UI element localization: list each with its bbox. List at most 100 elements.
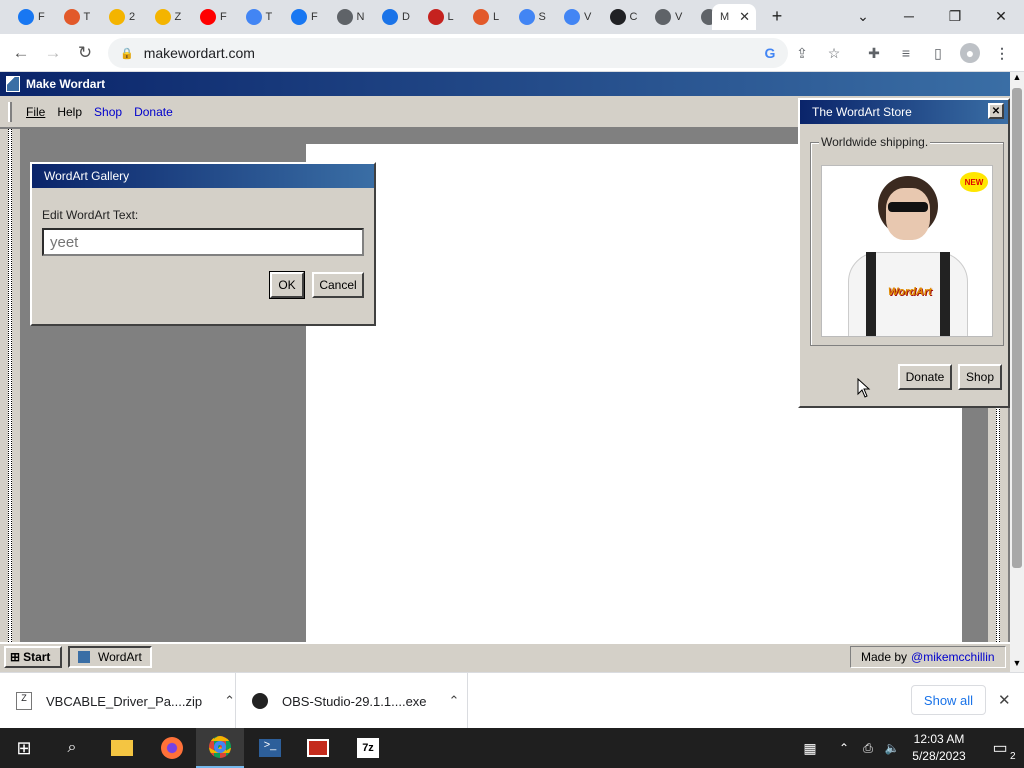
obs-icon	[252, 693, 268, 709]
chevron-up-icon[interactable]: ⌃	[449, 693, 460, 709]
tab-favicon-icon	[154, 9, 171, 25]
back-icon[interactable]: ←	[8, 41, 34, 65]
browser-tab[interactable]: S	[511, 4, 557, 30]
chrome-icon[interactable]	[196, 728, 244, 768]
notifications-icon[interactable]: ▭ 2	[976, 728, 1024, 768]
menu-kebab-icon[interactable]: ⋮	[992, 43, 1012, 63]
author-link[interactable]: @mikemcchillin	[911, 650, 995, 664]
browser-tab[interactable]: F	[283, 4, 329, 30]
tab-favicon-icon	[382, 9, 398, 25]
store-donate-button[interactable]: Donate	[898, 364, 952, 390]
lock-icon: 🔒	[120, 47, 134, 60]
ok-button[interactable]: OK	[269, 271, 305, 299]
reload-icon[interactable]: ↻	[72, 41, 98, 65]
active-tab-label: M	[720, 11, 730, 23]
browser-tab[interactable]: L	[420, 4, 466, 30]
store-title: The WordArt Store	[812, 105, 912, 119]
browser-tab[interactable]: T	[56, 4, 102, 30]
menu-shop[interactable]: Shop	[94, 105, 122, 119]
page-scrollbar[interactable]: ▲ ▼	[1010, 72, 1024, 672]
zip-file-icon: Z	[16, 692, 32, 710]
minimize-icon[interactable]: ─	[886, 0, 932, 32]
tray-chevron-icon[interactable]: ⌃	[832, 728, 856, 768]
extensions-icon[interactable]: ✚	[864, 43, 884, 63]
file-explorer-icon[interactable]	[98, 728, 146, 768]
url-field[interactable]: 🔒 makewordart.com	[108, 38, 788, 68]
volume-icon[interactable]: 🔈	[880, 728, 904, 768]
browser-tab[interactable]: V	[556, 4, 602, 30]
tab-label: 2	[129, 11, 136, 23]
tab-label: T	[83, 11, 91, 23]
close-downloads-icon[interactable]: ✕	[998, 691, 1011, 709]
chevron-up-icon[interactable]: ⌃	[224, 693, 235, 709]
tab-favicon-icon	[109, 9, 125, 25]
7zip-icon[interactable]: 7z	[344, 728, 392, 768]
windows-start-icon[interactable]: ⊞	[0, 728, 48, 768]
address-bar: ← → ↻ 🔒 makewordart.com G ⇪ ☆ ✚ ≡ ▯ ● ⋮	[0, 34, 1024, 72]
clock[interactable]: 12:03 AM 5/28/2023	[904, 731, 974, 765]
search-icon[interactable]: ⌕	[48, 728, 96, 768]
wordart-text-input[interactable]	[42, 228, 364, 256]
mouse-cursor-icon	[857, 378, 871, 398]
backpack-strap-left	[866, 252, 876, 336]
shirt-wordart-text: WordArt	[888, 286, 932, 298]
start-button[interactable]: ⊞ Start	[4, 646, 62, 668]
shipping-group: Worldwide shipping. WordArt NEW	[810, 135, 1004, 346]
browser-tab[interactable]: F	[192, 4, 238, 30]
tab-active[interactable]: M ✕	[712, 4, 756, 30]
tab-label: L	[447, 11, 454, 23]
google-lens-icon[interactable]: G	[760, 43, 780, 63]
side-panel-icon[interactable]: ▯	[928, 43, 948, 63]
browser-tab[interactable]: N	[329, 4, 375, 30]
media-control-icon[interactable]: ≡	[896, 43, 916, 63]
app-taskbar: ⊞ Start WordArt Made by @mikemcchillin	[0, 642, 1010, 672]
tab-favicon-icon	[245, 9, 262, 25]
close-tab-icon[interactable]: ✕	[739, 9, 750, 25]
browser-tab[interactable]: T	[238, 4, 284, 30]
new-tab-icon[interactable]: +	[762, 0, 792, 32]
browser-tab[interactable]: V	[647, 4, 693, 30]
tab-favicon-icon	[655, 9, 671, 25]
browser-tab[interactable]: C	[602, 4, 648, 30]
download-item-exe[interactable]: OBS-Studio-29.1.1....exe ⌃	[252, 673, 468, 729]
menu-donate[interactable]: Donate	[134, 105, 173, 119]
tab-favicon-icon	[63, 9, 80, 25]
made-by-label: Made by	[861, 650, 908, 664]
scrollbar-thumb[interactable]	[1012, 88, 1022, 568]
wordart-task-icon	[78, 651, 90, 663]
tab-label: C	[629, 11, 638, 23]
presentation-app-icon[interactable]	[294, 728, 342, 768]
forward-icon[interactable]: →	[40, 41, 66, 65]
browser-tab[interactable]: F	[10, 4, 56, 30]
keyboard-icon[interactable]: ▦	[786, 728, 834, 768]
restore-icon[interactable]: ❐	[932, 0, 978, 32]
bookmark-star-icon[interactable]: ☆	[824, 43, 844, 63]
browser-tab[interactable]: 2	[101, 4, 147, 30]
wordart-task-button[interactable]: WordArt	[68, 646, 152, 668]
cancel-button[interactable]: Cancel	[312, 272, 364, 298]
close-window-icon[interactable]: ✕	[978, 0, 1024, 32]
browser-tab[interactable]: Z	[147, 4, 193, 30]
wordart-store-window: The WordArt Store ✕ Worldwide shipping. …	[798, 98, 1010, 408]
wordart-task-label: WordArt	[98, 650, 142, 664]
tab-favicon-icon	[473, 9, 489, 25]
download-item-zip[interactable]: Z VBCABLE_Driver_Pa....zip ⌃	[16, 673, 236, 729]
windows-flag-icon: ⊞	[10, 650, 21, 664]
tab-label: T	[265, 11, 273, 23]
tab-search-icon[interactable]: ⌄	[840, 0, 886, 32]
network-icon[interactable]: ⎙	[856, 728, 880, 768]
powershell-icon[interactable]: >_	[246, 728, 294, 768]
menu-file[interactable]: File	[26, 105, 45, 119]
tab-label: F	[311, 11, 318, 23]
share-icon[interactable]: ⇪	[792, 43, 812, 63]
store-shop-button[interactable]: Shop	[958, 364, 1002, 390]
wordart-gallery-dialog: WordArt Gallery Edit WordArt Text: OK Ca…	[30, 162, 376, 326]
menu-help[interactable]: Help	[57, 105, 82, 119]
menu-grip	[8, 102, 12, 122]
store-close-button[interactable]: ✕	[988, 103, 1004, 119]
browser-tab[interactable]: D	[374, 4, 420, 30]
profile-avatar-icon[interactable]: ●	[960, 43, 980, 63]
browser-tab[interactable]: L	[465, 4, 511, 30]
show-all-button[interactable]: Show all	[911, 685, 986, 715]
firefox-icon[interactable]	[148, 728, 196, 768]
